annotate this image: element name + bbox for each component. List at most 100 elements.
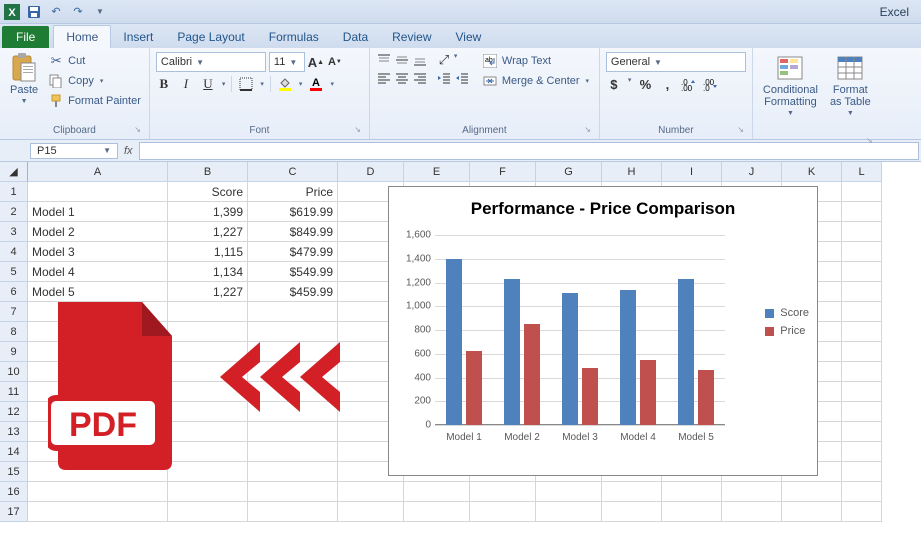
row-header[interactable]: 13 xyxy=(0,422,28,442)
cell[interactable] xyxy=(842,482,882,502)
row-header[interactable]: 6 xyxy=(0,282,28,302)
row-header[interactable]: 14 xyxy=(0,442,28,462)
col-header[interactable]: C xyxy=(248,162,338,182)
cell[interactable] xyxy=(536,502,602,522)
save-icon[interactable] xyxy=(26,4,42,20)
row-header[interactable]: 4 xyxy=(0,242,28,262)
bold-button[interactable]: B xyxy=(156,76,172,92)
row-header[interactable]: 9 xyxy=(0,342,28,362)
conditional-formatting-button[interactable]: Conditional Formatting ▼ xyxy=(759,52,822,119)
row-header[interactable]: 5 xyxy=(0,262,28,282)
select-all-corner[interactable]: ◢ xyxy=(0,162,28,182)
decrease-decimal-icon[interactable]: .00.0 xyxy=(703,76,719,92)
underline-button[interactable]: U xyxy=(200,76,216,92)
cell[interactable] xyxy=(168,482,248,502)
cell[interactable] xyxy=(248,322,338,342)
tab-view[interactable]: View xyxy=(444,26,494,48)
align-middle-icon[interactable] xyxy=(394,52,410,68)
formula-input[interactable] xyxy=(139,142,919,160)
cell[interactable] xyxy=(842,202,882,222)
cell[interactable] xyxy=(404,502,470,522)
col-header[interactable]: I xyxy=(662,162,722,182)
col-header[interactable]: K xyxy=(782,162,842,182)
cell[interactable] xyxy=(842,222,882,242)
merge-center-button[interactable]: Merge & Center ▾ xyxy=(480,72,591,90)
row-header[interactable]: 11 xyxy=(0,382,28,402)
cell[interactable]: $849.99 xyxy=(248,222,338,242)
cell[interactable] xyxy=(842,262,882,282)
cell[interactable]: $479.99 xyxy=(248,242,338,262)
cell[interactable] xyxy=(782,502,842,522)
cell[interactable] xyxy=(536,482,602,502)
col-header[interactable]: A xyxy=(28,162,168,182)
cell[interactable] xyxy=(842,402,882,422)
row-header[interactable]: 7 xyxy=(0,302,28,322)
number-format-select[interactable]: General▼ xyxy=(606,52,746,72)
cell[interactable]: Model 1 xyxy=(28,202,168,222)
cell[interactable] xyxy=(842,282,882,302)
row-header[interactable]: 12 xyxy=(0,402,28,422)
cut-button[interactable]: ✂ Cut xyxy=(46,52,143,70)
cell[interactable] xyxy=(842,342,882,362)
col-header[interactable]: L xyxy=(842,162,882,182)
tab-file[interactable]: File xyxy=(2,26,49,48)
cell[interactable]: 1,399 xyxy=(168,202,248,222)
tab-review[interactable]: Review xyxy=(380,26,443,48)
cell[interactable]: 1,115 xyxy=(168,242,248,262)
row-header[interactable]: 2 xyxy=(0,202,28,222)
cell[interactable]: Model 3 xyxy=(28,242,168,262)
col-header[interactable]: H xyxy=(602,162,662,182)
fx-icon[interactable]: fx xyxy=(124,145,133,157)
embedded-chart[interactable]: Performance - Price Comparison 020040060… xyxy=(388,186,818,476)
cell[interactable] xyxy=(842,442,882,462)
font-name-select[interactable]: Calibri▼ xyxy=(156,52,266,72)
font-size-select[interactable]: 11▼ xyxy=(269,52,305,72)
cell[interactable] xyxy=(338,502,404,522)
row-header[interactable]: 10 xyxy=(0,362,28,382)
cell[interactable] xyxy=(662,482,722,502)
percent-button[interactable]: % xyxy=(637,76,653,92)
tab-insert[interactable]: Insert xyxy=(111,26,165,48)
spreadsheet-grid[interactable]: ◢ 1234567891011121314151617 ABCDEFGHIJKL… xyxy=(0,162,921,522)
increase-font-icon[interactable]: A▲ xyxy=(308,54,324,70)
col-header[interactable]: F xyxy=(470,162,536,182)
tab-data[interactable]: Data xyxy=(331,26,380,48)
tab-home[interactable]: Home xyxy=(53,25,111,48)
cell[interactable]: Price xyxy=(248,182,338,202)
font-color-button[interactable]: A xyxy=(308,76,324,92)
cell[interactable] xyxy=(470,502,536,522)
row-header[interactable]: 15 xyxy=(0,462,28,482)
cell[interactable]: 1,134 xyxy=(168,262,248,282)
cell[interactable] xyxy=(842,462,882,482)
cell[interactable] xyxy=(722,482,782,502)
cell[interactable] xyxy=(28,482,168,502)
italic-button[interactable]: I xyxy=(178,76,194,92)
col-header[interactable]: E xyxy=(404,162,470,182)
tab-page-layout[interactable]: Page Layout xyxy=(165,26,256,48)
cell[interactable] xyxy=(248,302,338,322)
cell[interactable] xyxy=(248,422,338,442)
decrease-indent-icon[interactable] xyxy=(436,70,452,86)
align-top-icon[interactable] xyxy=(376,52,392,68)
col-header[interactable]: B xyxy=(168,162,248,182)
cell[interactable] xyxy=(662,502,722,522)
fill-color-button[interactable] xyxy=(277,76,293,92)
cell[interactable] xyxy=(842,182,882,202)
col-header[interactable]: G xyxy=(536,162,602,182)
cell[interactable] xyxy=(842,502,882,522)
cell[interactable] xyxy=(602,502,662,522)
paste-button[interactable]: Paste ▼ xyxy=(6,52,42,107)
cell[interactable]: 1,227 xyxy=(168,282,248,302)
row-header[interactable]: 3 xyxy=(0,222,28,242)
cell[interactable]: Model 2 xyxy=(28,222,168,242)
cell[interactable] xyxy=(602,482,662,502)
col-header[interactable]: J xyxy=(722,162,782,182)
increase-decimal-icon[interactable]: .0.00 xyxy=(681,76,697,92)
align-bottom-icon[interactable] xyxy=(412,52,428,68)
cell[interactable] xyxy=(248,462,338,482)
align-right-icon[interactable] xyxy=(412,70,428,86)
row-header[interactable]: 17 xyxy=(0,502,28,522)
wrap-text-button[interactable]: ab Wrap Text xyxy=(480,52,591,70)
qat-dropdown-icon[interactable]: ▼ xyxy=(92,4,108,20)
undo-icon[interactable]: ↶ xyxy=(48,4,64,20)
